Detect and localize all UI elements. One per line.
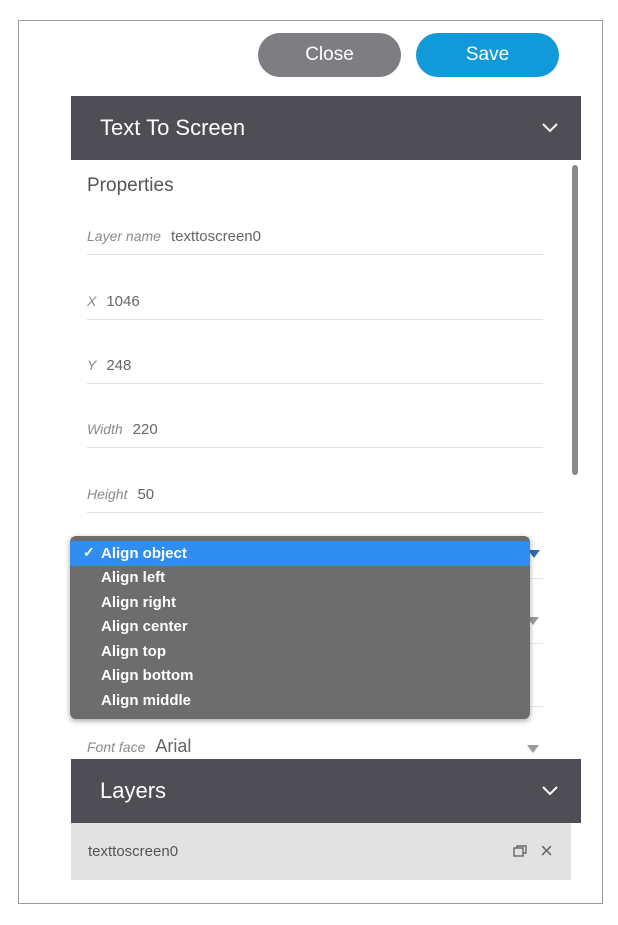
chevron-down-icon [542,786,558,796]
field-value: texttoscreen0 [170,227,261,245]
menu-item-label: Align middle [101,691,191,709]
text-to-screen-header[interactable]: Text To Screen [71,96,581,160]
height-field[interactable]: Height 50 [87,476,543,513]
field-label: Height [87,486,128,502]
menu-item-align-right[interactable]: Align right [70,590,530,615]
menu-item-align-center[interactable]: Align center [70,615,530,640]
menu-item-label: Align top [101,642,166,660]
menu-item-align-top[interactable]: Align top [70,639,530,664]
save-button[interactable]: Save [416,33,559,77]
layer-name-field[interactable]: Layer name texttoscreen0 [87,218,543,255]
close-button[interactable]: Close [258,33,401,77]
menu-item-align-bottom[interactable]: Align bottom [70,664,530,689]
align-dropdown-menu[interactable]: ✓ Align object Align left Align right Al… [70,536,530,719]
checkmark-icon: ✓ [83,544,95,560]
scrollbar[interactable] [572,165,578,475]
font-face-field[interactable]: Font face Arial [87,736,191,757]
field-value: 1046 [106,292,140,310]
menu-item-label: Align right [101,593,176,611]
field-label: Layer name [87,228,161,244]
menu-item-align-object[interactable]: ✓ Align object [70,541,530,566]
field-value: Arial [155,736,192,756]
section-title: Layers [100,778,167,803]
y-field[interactable]: Y 248 [87,347,543,384]
field-value: 50 [137,485,155,503]
layer-item[interactable]: texttoscreen0 × [71,823,571,880]
width-field[interactable]: Width 220 [87,411,543,448]
field-label: Width [87,421,123,437]
menu-item-label: Align center [101,618,188,636]
menu-item-label: Align left [101,569,166,587]
layers-header[interactable]: Layers [71,759,581,823]
x-field[interactable]: X 1046 [87,283,543,320]
properties-title: Properties [87,175,174,196]
field-value: 220 [132,420,158,438]
menu-item-align-middle[interactable]: Align middle [70,688,530,713]
menu-item-label: Align object [101,544,187,562]
close-icon[interactable]: × [540,838,553,864]
section-title: Text To Screen [100,115,246,140]
dropdown-arrow-icon[interactable] [527,745,539,753]
menu-item-align-left[interactable]: Align left [70,566,530,591]
duplicate-icon[interactable] [513,845,527,857]
layer-name: texttoscreen0 [88,843,179,860]
field-value: 248 [106,356,132,374]
field-label: Font face [87,739,146,755]
field-label: Y [87,357,97,373]
chevron-down-icon [542,123,558,133]
field-label: X [87,293,97,309]
menu-item-label: Align bottom [101,667,194,685]
